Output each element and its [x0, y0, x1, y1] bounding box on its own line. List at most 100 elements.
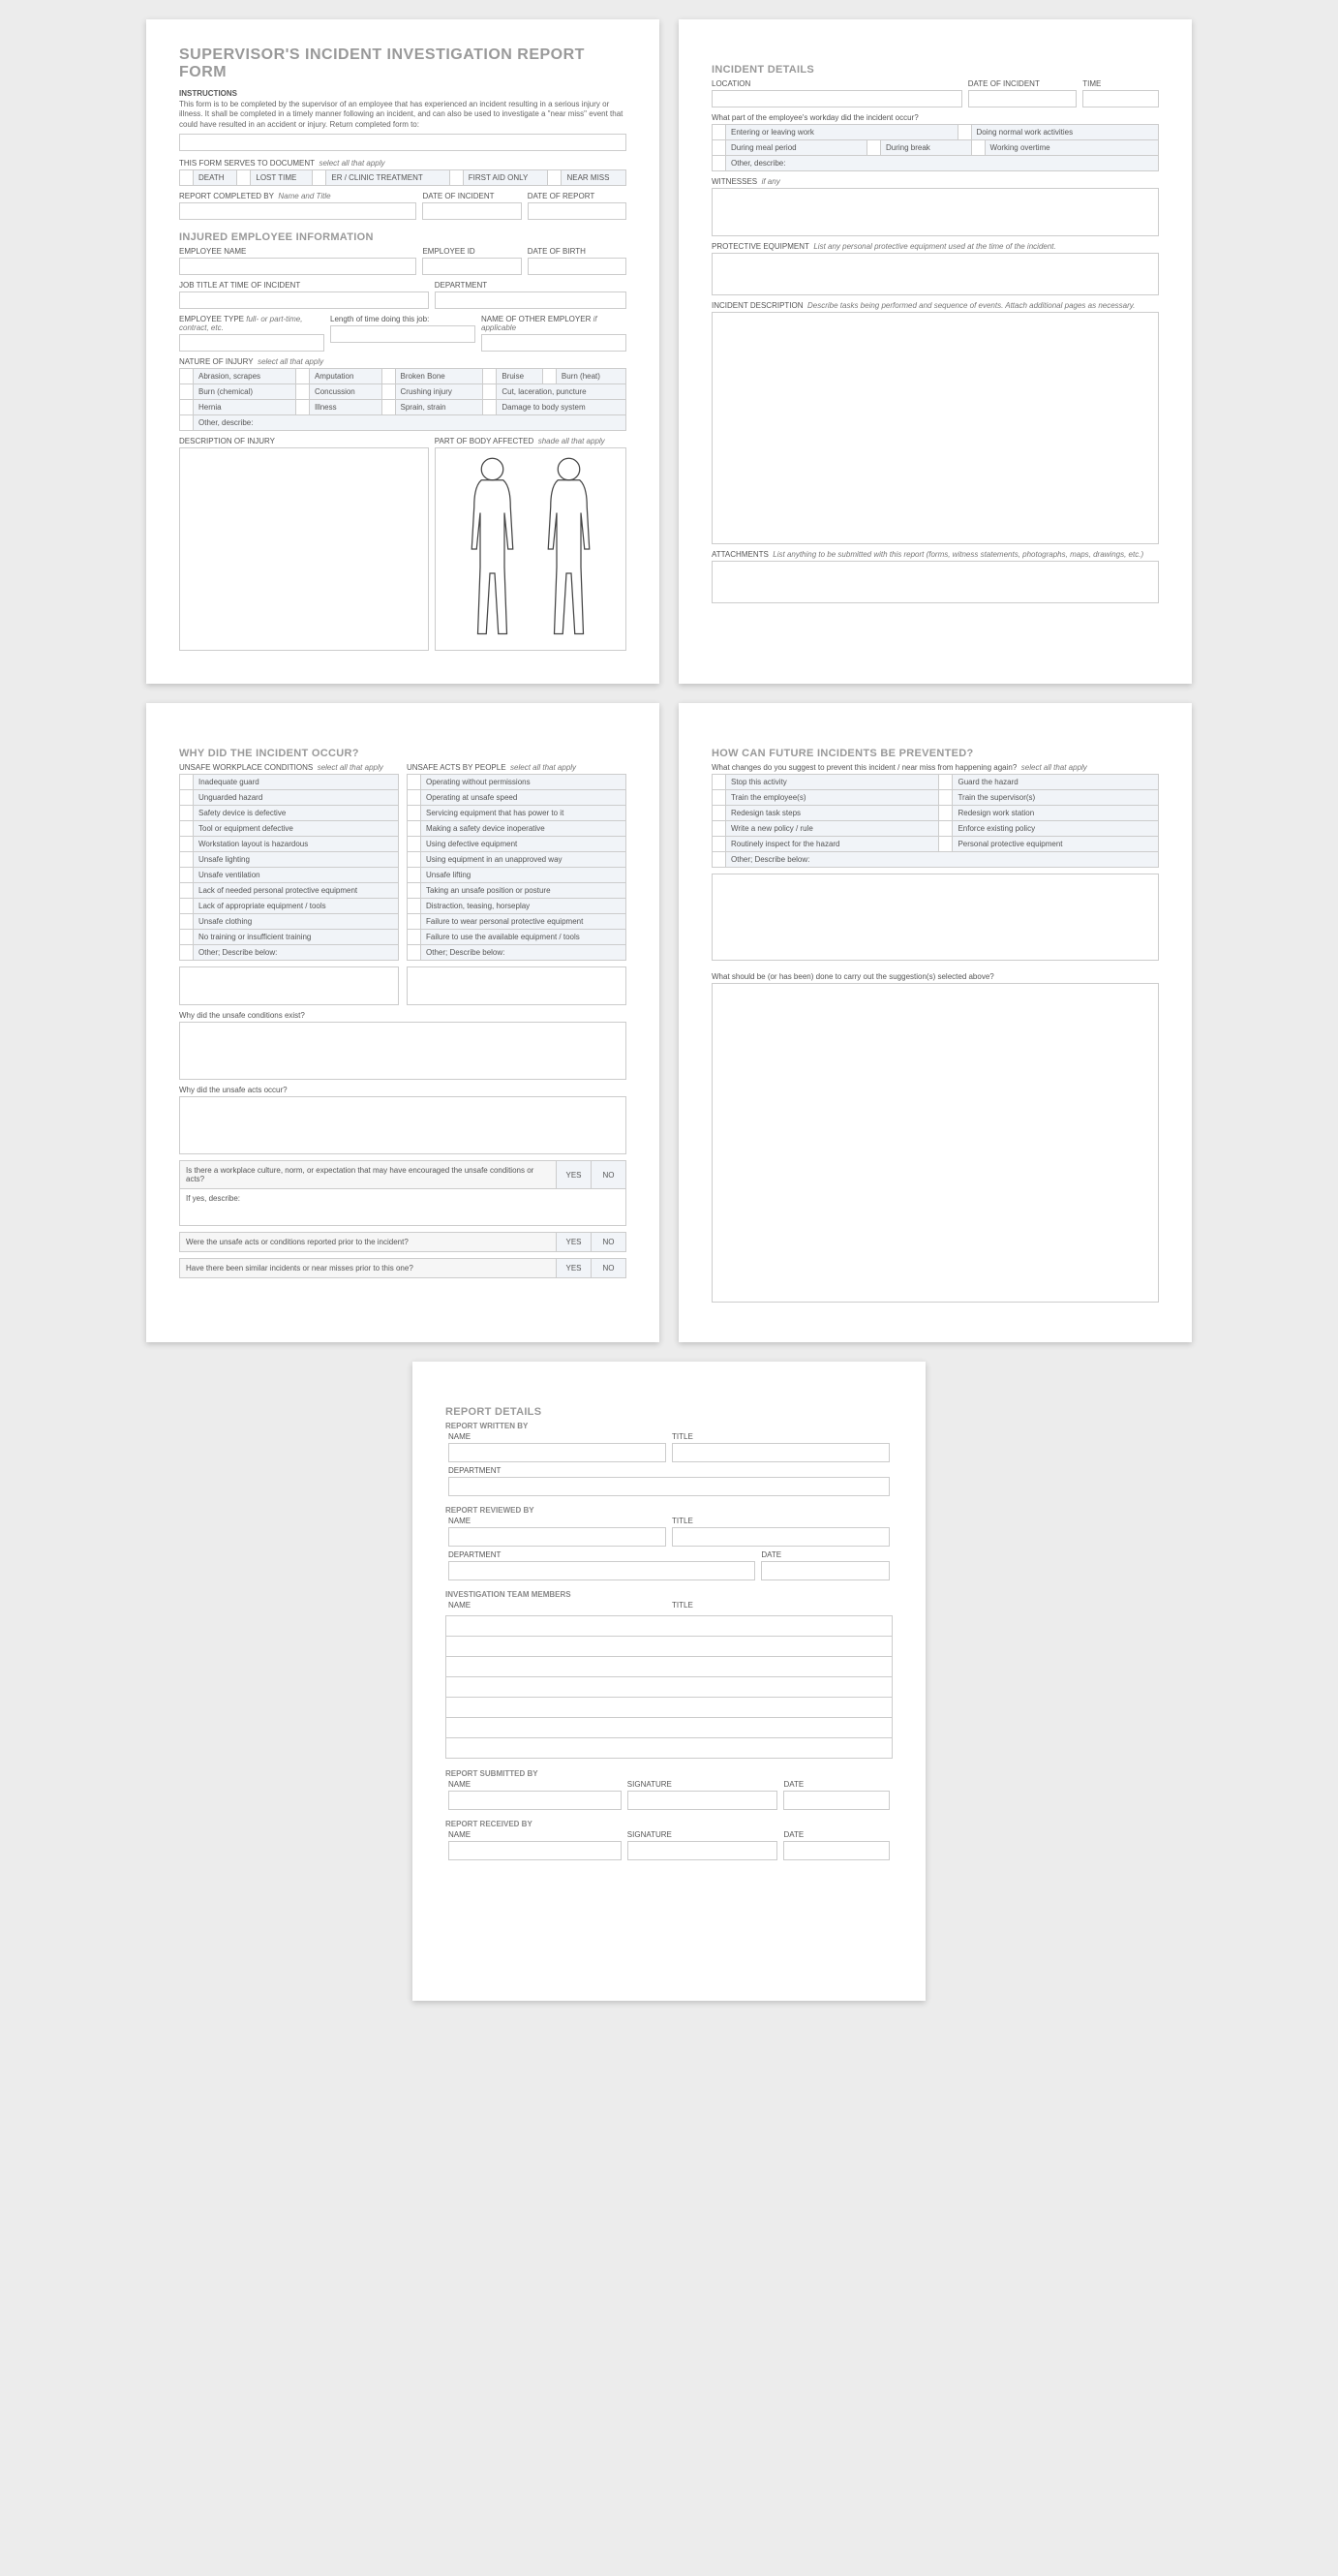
ppe-input[interactable] — [712, 253, 1159, 295]
cond-ck-4[interactable] — [180, 837, 194, 852]
why-acts-input[interactable] — [179, 1096, 626, 1154]
cond-ck-11[interactable] — [180, 945, 194, 961]
reviewed-title-input[interactable] — [672, 1527, 890, 1547]
cond-ck-0[interactable] — [180, 775, 194, 790]
acts-ck-8[interactable] — [408, 899, 421, 914]
ck-concussion[interactable] — [295, 384, 309, 400]
reviewed-name-input[interactable] — [448, 1527, 666, 1547]
cond-ck-10[interactable] — [180, 930, 194, 945]
check-death[interactable] — [180, 170, 194, 186]
ck-entering[interactable] — [713, 125, 726, 140]
ck-guard[interactable] — [939, 775, 953, 790]
dept-input[interactable] — [435, 291, 626, 309]
cond-ck-3[interactable] — [180, 821, 194, 837]
ck-burnchem[interactable] — [180, 384, 194, 400]
len-job-input[interactable] — [330, 325, 475, 343]
received-name-input[interactable] — [448, 1841, 622, 1860]
ck-hernia[interactable] — [180, 400, 194, 415]
return-to-input[interactable] — [179, 134, 626, 151]
acts-ck-5[interactable] — [408, 852, 421, 868]
desc-injury-input[interactable] — [179, 447, 429, 651]
received-sig-input[interactable] — [627, 1841, 778, 1860]
submitted-name-input[interactable] — [448, 1791, 622, 1810]
acts-ck-3[interactable] — [408, 821, 421, 837]
other-emp-input[interactable] — [481, 334, 626, 352]
date-incident-input[interactable] — [422, 202, 521, 220]
check-er[interactable] — [313, 170, 326, 186]
team-row-2[interactable] — [445, 1636, 893, 1657]
ck-meal[interactable] — [713, 140, 726, 156]
culture-no[interactable]: NO — [592, 1161, 626, 1189]
cond-ck-7[interactable] — [180, 883, 194, 899]
date-report-input[interactable] — [528, 202, 626, 220]
check-losttime[interactable] — [237, 170, 251, 186]
ck-broken[interactable] — [381, 369, 395, 384]
received-date-input[interactable] — [783, 1841, 890, 1860]
attach-input[interactable] — [712, 561, 1159, 603]
cond-ck-2[interactable] — [180, 806, 194, 821]
ck-burnheat[interactable] — [542, 369, 556, 384]
cond-ck-6[interactable] — [180, 868, 194, 883]
ck-abrasion[interactable] — [180, 369, 194, 384]
witnesses-input[interactable] — [712, 188, 1159, 236]
acts-ck-10[interactable] — [408, 930, 421, 945]
dob-input[interactable] — [528, 258, 626, 275]
ck-policy[interactable] — [713, 821, 726, 837]
acts-ck-2[interactable] — [408, 806, 421, 821]
acts-ck-6[interactable] — [408, 868, 421, 883]
cond-ck-9[interactable] — [180, 914, 194, 930]
reviewed-dept-input[interactable] — [448, 1561, 755, 1580]
reported-no[interactable]: NO — [592, 1233, 626, 1252]
emp-name-input[interactable] — [179, 258, 416, 275]
ck-enforce[interactable] — [939, 821, 953, 837]
emp-type-input[interactable] — [179, 334, 324, 352]
ck-break[interactable] — [867, 140, 881, 156]
reported-yes[interactable]: YES — [557, 1233, 592, 1252]
ck-bodysys[interactable] — [483, 400, 497, 415]
ck-trainsup[interactable] — [939, 790, 953, 806]
acts-ck-11[interactable] — [408, 945, 421, 961]
cond-ck-1[interactable] — [180, 790, 194, 806]
check-nearmiss[interactable] — [548, 170, 562, 186]
check-firstaid[interactable] — [449, 170, 463, 186]
ck-trainemp[interactable] — [713, 790, 726, 806]
prevent-other-input[interactable] — [712, 874, 1159, 961]
ck-redesigntask[interactable] — [713, 806, 726, 821]
body-diagram[interactable] — [435, 447, 626, 651]
submitted-date-input[interactable] — [783, 1791, 890, 1810]
ck-bruise[interactable] — [483, 369, 497, 384]
ck-wd-other[interactable] — [713, 156, 726, 171]
team-row-5[interactable] — [445, 1697, 893, 1718]
team-row-7[interactable] — [445, 1737, 893, 1759]
written-title-input[interactable] — [672, 1443, 890, 1462]
acts-other-input[interactable] — [407, 966, 626, 1005]
acts-ck-4[interactable] — [408, 837, 421, 852]
carry-out-input[interactable] — [712, 983, 1159, 1303]
similar-no[interactable]: NO — [592, 1259, 626, 1278]
emp-id-input[interactable] — [422, 258, 521, 275]
ck-overtime[interactable] — [971, 140, 985, 156]
location-input[interactable] — [712, 90, 962, 107]
similar-yes[interactable]: YES — [557, 1259, 592, 1278]
culture-yes[interactable]: YES — [557, 1161, 592, 1189]
ck-inj-other[interactable] — [180, 415, 194, 431]
ck-inspect[interactable] — [713, 837, 726, 852]
ck-crushing[interactable] — [381, 384, 395, 400]
cond-other-input[interactable] — [179, 966, 399, 1005]
date-incident-input-2[interactable] — [968, 90, 1078, 107]
reviewed-date-input[interactable] — [761, 1561, 890, 1580]
ck-redesignws[interactable] — [939, 806, 953, 821]
team-row-3[interactable] — [445, 1656, 893, 1677]
ck-normal[interactable] — [958, 125, 971, 140]
ck-sprain[interactable] — [381, 400, 395, 415]
team-row-1[interactable] — [445, 1615, 893, 1637]
team-row-6[interactable] — [445, 1717, 893, 1738]
inc-desc-input[interactable] — [712, 312, 1159, 544]
ck-amputation[interactable] — [295, 369, 309, 384]
ck-stop[interactable] — [713, 775, 726, 790]
cond-ck-5[interactable] — [180, 852, 194, 868]
report-by-input[interactable] — [179, 202, 416, 220]
cond-ck-8[interactable] — [180, 899, 194, 914]
team-row-4[interactable] — [445, 1676, 893, 1698]
submitted-sig-input[interactable] — [627, 1791, 778, 1810]
